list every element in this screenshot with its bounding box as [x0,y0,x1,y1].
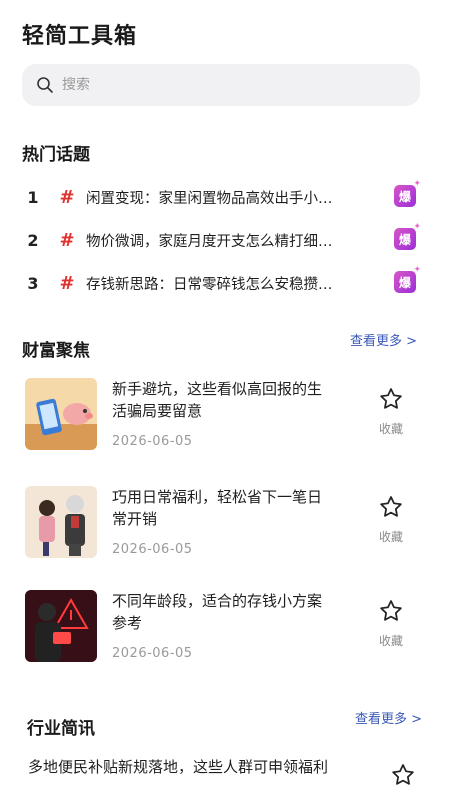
star-icon [380,388,402,409]
sparkle-icon: ✦ [413,179,421,189]
favorite-label: 收藏 [378,422,403,436]
wealth-more-link[interactable]: 查看更多 > [350,330,417,349]
search-input[interactable] [62,77,382,93]
star-icon [380,600,402,621]
article-card[interactable]: 不同年龄段，适合的存钱小方案参考 2026-06-05 收藏 [22,590,422,680]
article-date: 2026-06-05 [112,434,193,449]
hashtag-icon: # [59,272,75,294]
rank-number: 2 [22,231,44,250]
article-title: 巧用日常福利，轻松省下一笔日常开销 [112,488,323,528]
news-more-link[interactable]: 查看更多 > [355,708,422,727]
article-card[interactable]: 巧用日常福利，轻松省下一笔日常开销 2026-06-05 收藏 [22,486,422,576]
sparkle-icon: ✦ [413,265,421,275]
article-date: 2026-06-05 [112,646,193,661]
rank-number: 1 [22,188,44,207]
hot-badge: 爆 ✦ [394,222,421,250]
search-bar[interactable] [22,64,420,106]
article-title: 不同年龄段，适合的存钱小方案参考 [112,592,323,632]
topic-text: 闲置变现：家里闲置物品高效出手小… [86,190,333,207]
favorite-button[interactable]: 收藏 [374,386,408,437]
favorite-button[interactable]: 收藏 [374,494,408,545]
hot-badge-label: 爆 [398,232,411,247]
article-title: 新手避坑，这些看似高回报的生活骗局要留意 [112,380,323,420]
hot-topic-item[interactable]: 1 # 闲置变现：家里闲置物品高效出手小… 爆 ✦ [22,179,422,212]
hot-badge-label: 爆 [398,189,411,204]
article-thumbnail [25,486,97,558]
hot-topics-title: 热门话题 [22,145,90,165]
favorite-button[interactable]: 收藏 [374,598,408,649]
article-date: 2026-06-05 [112,542,193,557]
news-item[interactable]: 多地便民补贴新规落地，这些人群可申领福利 [28,756,428,800]
rank-number: 3 [22,274,44,293]
star-icon [380,496,402,517]
hot-topic-item[interactable]: 2 # 物价微调，家庭月度开支怎么精打细… 爆 ✦ [22,222,422,255]
search-icon [36,76,54,94]
hashtag-icon: # [59,186,75,208]
favorite-label: 收藏 [378,634,403,648]
hot-topic-item[interactable]: 3 # 存钱新思路：日常零碎钱怎么安稳攒… 爆 ✦ [22,265,422,298]
wealth-section-title: 财富聚焦 [22,341,90,361]
news-title: 多地便民补贴新规落地，这些人群可申领福利 [28,758,329,776]
hot-badge: 爆 ✦ [394,265,421,293]
hot-badge: 爆 ✦ [394,179,421,207]
topic-text: 存钱新思路：日常零碎钱怎么安稳攒… [86,276,333,293]
article-thumbnail [25,590,97,662]
favorite-label: 收藏 [378,530,403,544]
article-thumbnail [25,378,97,450]
topic-text: 物价微调，家庭月度开支怎么精打细… [86,233,333,250]
star-icon [392,764,414,785]
sparkle-icon: ✦ [413,222,421,232]
hashtag-icon: # [59,229,75,251]
favorite-button[interactable] [386,762,420,792]
article-card[interactable]: 新手避坑，这些看似高回报的生活骗局要留意 2026-06-05 收藏 [22,378,422,468]
page-title: 轻简工具箱 [22,24,138,49]
news-section-title: 行业简讯 [27,719,95,739]
hot-badge-label: 爆 [398,275,411,290]
